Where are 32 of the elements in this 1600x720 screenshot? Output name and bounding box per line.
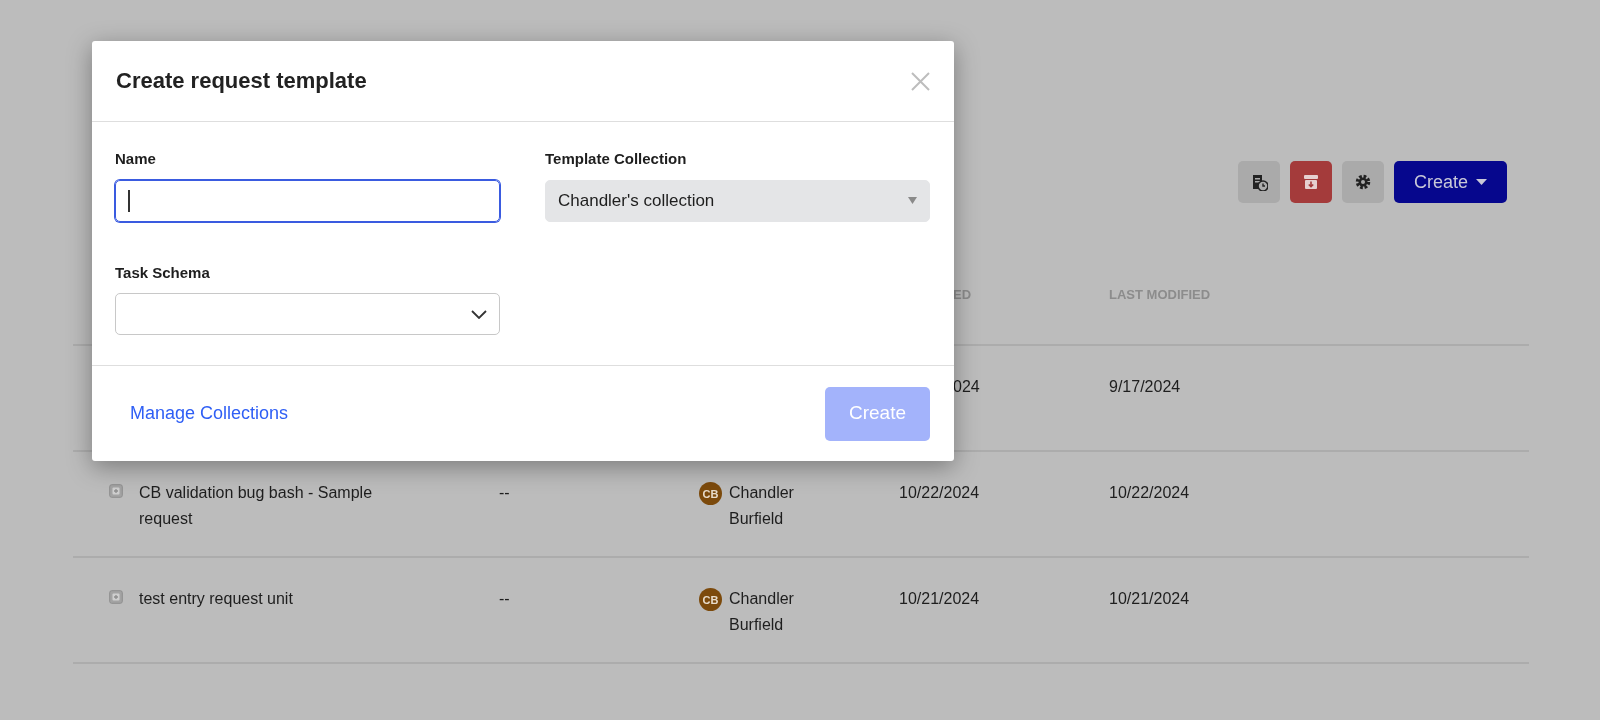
- input-field[interactable]: [115, 179, 500, 222]
- manage-collections-link[interactable]: Manage Collections: [130, 400, 289, 427]
- settings-icon: [1353, 173, 1372, 191]
- table-cell: 10/21/2024: [1109, 590, 1190, 607]
- table-cell: --: [499, 590, 510, 607]
- table-cell: 10/22/2024: [899, 484, 980, 501]
- table-cell: 9/17/2024: [1109, 378, 1181, 395]
- field-label: Name: [115, 149, 157, 169]
- table-cell: 10/21/2024: [899, 590, 980, 607]
- table-cell: 10/22/2024: [1109, 484, 1190, 501]
- request-icon: [109, 484, 123, 498]
- calendar-clock-button[interactable]: [1237, 161, 1280, 203]
- select-field[interactable]: [115, 293, 500, 335]
- modal-title: Create request template: [116, 67, 367, 95]
- request-name[interactable]: CB validation bug bash - Sample request: [139, 480, 419, 532]
- table-cell: --: [499, 484, 510, 501]
- archive-box-button[interactable]: [1289, 161, 1332, 203]
- settings-button[interactable]: [1341, 161, 1384, 203]
- create-button[interactable]: Create: [1393, 161, 1507, 203]
- archive-box-icon: [1301, 173, 1320, 191]
- caret-icon: [908, 197, 917, 204]
- owner-name: Chandler Burfield: [729, 589, 795, 635]
- avatar: CB: [699, 482, 722, 505]
- request-name[interactable]: test entry request unit: [139, 586, 293, 612]
- request-icon: [109, 590, 123, 604]
- field-label: Template Collection: [545, 149, 688, 169]
- table-cell: 024: [953, 378, 980, 395]
- field-label: Task Schema: [115, 262, 211, 283]
- avatar: CB: [699, 588, 722, 611]
- owner-name: Chandler Burfield: [729, 483, 795, 529]
- chevron-down-icon: [471, 309, 487, 319]
- caret-icon: [1476, 179, 1487, 185]
